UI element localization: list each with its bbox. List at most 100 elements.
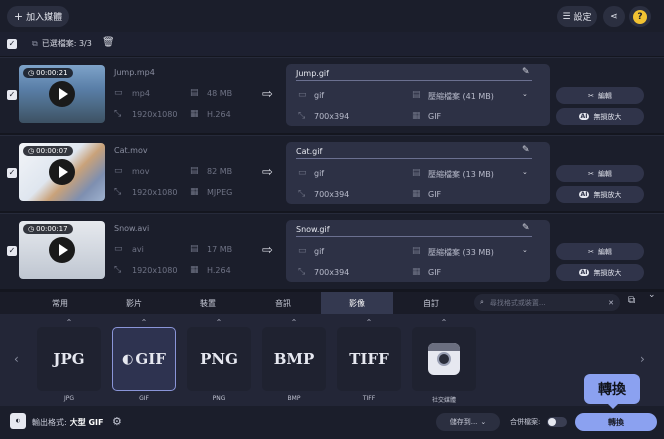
tab-images[interactable]: 影像 — [321, 292, 393, 314]
settings-button[interactable]: ☰ 設定 — [557, 6, 597, 27]
share-button[interactable]: ⋖ — [603, 6, 625, 27]
target-ext: gif — [314, 169, 325, 178]
upscale-button[interactable]: AI 無損放大 — [556, 264, 644, 281]
save-to-dropdown[interactable]: 儲存到... ⌄ — [436, 413, 500, 431]
chevron-up-icon[interactable]: ⌃ — [337, 318, 401, 327]
edit-button[interactable]: ✂ 編輯 — [556, 165, 644, 182]
edit-button[interactable]: ✂ 編輯 — [556, 243, 644, 260]
target-filename[interactable]: Cat.gif — [296, 147, 532, 159]
chevron-up-icon[interactable]: ⌃ — [37, 318, 101, 327]
play-icon[interactable] — [49, 237, 75, 263]
codec-icon: ▦ — [412, 267, 421, 277]
format-tiff[interactable]: TIFF — [337, 327, 401, 391]
tab-custom[interactable]: 自訂 — [395, 292, 467, 314]
chevron-right-icon[interactable]: › — [640, 352, 645, 366]
source-ext: mp4 — [132, 89, 150, 98]
sliders-icon: ☰ — [562, 11, 571, 22]
tab-common[interactable]: 常用 — [24, 292, 96, 314]
help-icon: ? — [633, 9, 647, 24]
compress-dropdown[interactable]: 壓縮檔案 (41 MB) — [428, 91, 494, 102]
png-logo: PNG — [200, 350, 238, 368]
clock-icon: ◷ — [28, 147, 35, 155]
chevron-down-icon[interactable]: ⌄ — [522, 246, 528, 254]
format-grid: ‹ › ⌃ JPG JPG ⌃ ◐ GIF GIF ⌃ PNG PNG ⌃ BMP… — [0, 314, 664, 406]
close-icon[interactable]: ✕ — [608, 299, 614, 307]
target-resolution: 700x394 — [314, 112, 350, 121]
files-icon: ⧉ — [32, 38, 38, 48]
convert-button[interactable]: 轉換 — [575, 413, 657, 431]
format-jpg[interactable]: JPG — [37, 327, 101, 391]
ai-icon: AI — [578, 113, 590, 120]
upscale-button[interactable]: AI 無損放大 — [556, 186, 644, 203]
resize-icon: ⤡ — [114, 265, 122, 275]
chevron-up-icon[interactable]: ⌃ — [262, 318, 326, 327]
format-social[interactable] — [412, 327, 476, 391]
target-codec: GIF — [428, 190, 442, 199]
chevron-up-icon[interactable]: ⌃ — [412, 318, 476, 327]
upscale-label: 無損放大 — [593, 112, 622, 121]
trash-icon[interactable]: 🗑 — [102, 37, 115, 48]
compress-dropdown[interactable]: 壓縮檔案 (33 MB) — [428, 247, 494, 258]
add-media-button[interactable]: + 加入媒體 — [7, 6, 69, 27]
chevron-up-icon[interactable]: ⌃ — [187, 318, 251, 327]
row-checkbox[interactable]: ✓ — [7, 168, 17, 178]
duration-badge: ◷ 00:00:21 — [23, 68, 73, 78]
convert-arrow-icon: ⇨ — [262, 243, 273, 258]
help-button[interactable]: ? — [629, 6, 651, 27]
video-thumbnail[interactable]: ◷ 00:00:21 — [19, 65, 105, 123]
storage-icon: ▤ — [412, 168, 421, 178]
chevron-down-icon[interactable]: ⌄ — [522, 168, 528, 176]
play-icon[interactable] — [49, 81, 75, 107]
row-checkbox[interactable]: ✓ — [7, 90, 17, 100]
tab-devices[interactable]: 裝置 — [172, 292, 244, 314]
pencil-icon[interactable]: ✎ — [522, 223, 530, 233]
output-format[interactable]: 輸出格式: 大型 GIF — [32, 417, 104, 428]
search-icon: ⌕ — [480, 298, 484, 306]
video-icon: ▭ — [114, 88, 123, 98]
pencil-icon[interactable]: ✎ — [522, 67, 530, 77]
share-icon: ⋖ — [610, 11, 618, 22]
tab-audio[interactable]: 音訊 — [247, 292, 319, 314]
target-filename[interactable]: Jump.gif — [296, 69, 532, 81]
format-png[interactable]: PNG — [187, 327, 251, 391]
gif-swirl-icon: ◐ — [122, 351, 134, 367]
format-bmp[interactable]: BMP — [262, 327, 326, 391]
collapse-chevron-icon[interactable]: ⌄ — [648, 290, 656, 300]
scissors-icon: ✂ — [588, 91, 594, 100]
selection-bar — [0, 32, 664, 56]
format-label: BMP — [287, 395, 301, 402]
chevron-up-icon[interactable]: ⌃ — [112, 318, 176, 327]
chevron-left-icon[interactable]: ‹ — [14, 352, 19, 366]
storage-icon: ▤ — [190, 244, 199, 254]
select-all-checkbox[interactable]: ✓ — [7, 39, 17, 49]
play-icon[interactable] — [49, 159, 75, 185]
jpg-logo: JPG — [53, 350, 85, 368]
codec-icon: ▦ — [190, 187, 199, 197]
source-codec: H.264 — [207, 110, 231, 119]
format-label: TIFF — [362, 395, 376, 402]
row-checkbox[interactable]: ✓ — [7, 246, 17, 256]
source-codec: H.264 — [207, 266, 231, 275]
clock-icon: ◷ — [28, 69, 35, 77]
source-size: 82 MB — [207, 167, 233, 176]
video-thumbnail[interactable]: ◷ 00:00:07 — [19, 143, 105, 201]
pencil-icon[interactable]: ✎ — [522, 145, 530, 155]
upscale-label: 無損放大 — [593, 190, 622, 199]
gear-icon[interactable]: ⚙ — [112, 415, 122, 428]
tab-video[interactable]: 影片 — [98, 292, 170, 314]
compress-dropdown[interactable]: 壓縮檔案 (13 MB) — [428, 169, 494, 180]
video-thumbnail[interactable]: ◷ 00:00:17 — [19, 221, 105, 279]
format-search-input[interactable]: ⌕ 尋找格式或裝置... ✕ — [474, 294, 620, 311]
target-filename[interactable]: Snow.gif — [296, 225, 532, 237]
edit-label: 編輯 — [597, 169, 612, 178]
codec-icon: ▦ — [412, 189, 421, 199]
format-settings-icon[interactable]: ⧉ — [628, 295, 635, 306]
format-gif[interactable]: ◐ GIF — [112, 327, 176, 391]
source-codec: MJPEG — [207, 188, 233, 197]
chevron-down-icon[interactable]: ⌄ — [522, 90, 528, 98]
selected-count: ⧉ 已選檔案: 3/3 — [32, 38, 92, 49]
upscale-button[interactable]: AI 無損放大 — [556, 108, 644, 125]
merge-files-toggle[interactable] — [547, 417, 567, 427]
resize-icon: ⤡ — [298, 111, 306, 121]
edit-button[interactable]: ✂ 編輯 — [556, 87, 644, 104]
